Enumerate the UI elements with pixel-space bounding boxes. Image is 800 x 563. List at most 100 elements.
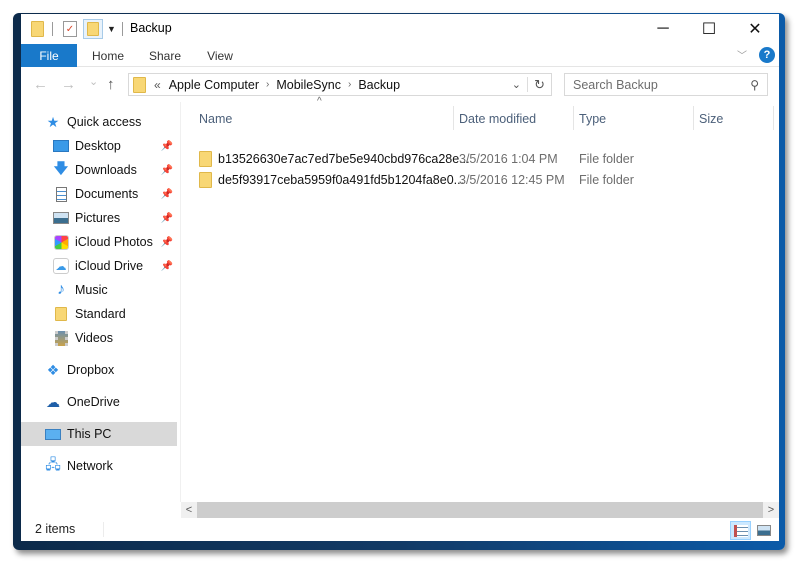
pin-icon[interactable]: 📌 bbox=[161, 213, 173, 224]
folder-icon bbox=[31, 21, 44, 37]
sidebar-item-onedrive[interactable]: ☁ OneDrive bbox=[21, 390, 177, 414]
file-name-cell[interactable]: de5f93917ceba5959f0a491fd5b1204fa8e0... bbox=[199, 169, 464, 190]
close-button[interactable]: ✕ bbox=[732, 14, 778, 44]
maximize-button[interactable]: ☐ bbox=[686, 14, 732, 44]
file-row[interactable]: de5f93917ceba5959f0a491fd5b1204fa8e0... … bbox=[199, 169, 779, 190]
customize-toolbar-dropdown[interactable]: ▼ bbox=[107, 24, 116, 34]
sidebar-item-dropbox[interactable]: ❖ Dropbox bbox=[21, 358, 177, 382]
breadcrumb-apple-computer[interactable]: Apple Computer bbox=[169, 78, 259, 92]
title-bar: ✓ ▼ Backup ─ ☐ ✕ bbox=[21, 14, 779, 44]
column-divider[interactable] bbox=[453, 106, 454, 130]
tab-share[interactable]: Share bbox=[141, 44, 189, 67]
breadcrumb-separator-icon[interactable]: › bbox=[266, 79, 269, 90]
sidebar-item-label: Pictures bbox=[75, 211, 121, 225]
sidebar-item-this-pc[interactable]: This PC bbox=[21, 422, 177, 446]
navigation-bar: ← → ⌄ ↑ « Apple Computer › MobileSync › … bbox=[21, 68, 779, 102]
scrollbar-thumb[interactable] bbox=[197, 502, 763, 518]
sidebar-item-standard[interactable]: Standard bbox=[21, 302, 177, 326]
column-divider[interactable] bbox=[773, 106, 774, 130]
navigation-pane: ★ Quick access Desktop 📌 🡇 Downloads 📌 D… bbox=[21, 102, 181, 502]
overflow-chevron-icon[interactable]: « bbox=[154, 78, 161, 92]
expand-ribbon-button[interactable]: ﹀ bbox=[737, 47, 747, 62]
window-title: Backup bbox=[130, 21, 172, 35]
folder-icon bbox=[199, 150, 212, 167]
horizontal-scrollbar[interactable]: < > bbox=[181, 502, 779, 518]
file-name-cell[interactable]: b13526630e7ac7ed7be5e940cbd976ca28e... bbox=[199, 148, 470, 169]
search-icon[interactable]: ⚲ bbox=[750, 78, 759, 92]
sidebar-item-label: iCloud Drive bbox=[75, 259, 144, 273]
type-cell: File folder bbox=[579, 172, 634, 187]
column-divider[interactable] bbox=[693, 106, 694, 130]
breadcrumb-backup[interactable]: Backup bbox=[358, 78, 400, 92]
scroll-left-button[interactable]: < bbox=[181, 502, 197, 518]
properties-button[interactable]: ✓ bbox=[63, 21, 77, 37]
large-icons-view-button[interactable] bbox=[753, 521, 774, 540]
breadcrumb-mobilesync[interactable]: MobileSync bbox=[276, 78, 341, 92]
sidebar-item-music[interactable]: ♪ Music bbox=[21, 278, 177, 302]
details-view-button[interactable] bbox=[730, 521, 751, 540]
sidebar-item-videos[interactable]: Videos bbox=[21, 326, 177, 350]
tab-home[interactable]: Home bbox=[83, 44, 133, 67]
sidebar-item-label: OneDrive bbox=[67, 395, 120, 409]
pin-icon[interactable]: 📌 bbox=[161, 237, 173, 248]
sidebar-item-label: This PC bbox=[67, 427, 112, 441]
column-header-date-modified[interactable]: Date modified bbox=[459, 106, 575, 132]
search-box[interactable]: Search Backup ⚲ bbox=[564, 73, 768, 96]
tab-file[interactable]: File bbox=[21, 44, 77, 67]
sidebar-item-label: Quick access bbox=[67, 115, 142, 129]
help-button[interactable]: ? bbox=[759, 47, 775, 63]
column-divider[interactable] bbox=[573, 106, 574, 130]
sidebar-item-icloud-drive[interactable]: ☁ iCloud Drive 📌 bbox=[21, 254, 177, 278]
desktop-icon bbox=[53, 138, 69, 154]
details-view-icon bbox=[733, 524, 748, 537]
up-button[interactable]: ↑ bbox=[107, 76, 115, 93]
column-header-size[interactable]: Size bbox=[699, 106, 769, 132]
divider bbox=[121, 22, 123, 36]
sidebar-item-desktop[interactable]: Desktop 📌 bbox=[21, 134, 177, 158]
large-icons-view-icon bbox=[756, 525, 771, 536]
location-folder-icon bbox=[133, 76, 146, 93]
search-input[interactable]: Search Backup bbox=[573, 78, 658, 92]
recent-locations-button[interactable]: ⌄ bbox=[89, 75, 98, 88]
help-icon: ? bbox=[763, 49, 771, 61]
address-bar[interactable]: « Apple Computer › MobileSync › Backup ⌄… bbox=[128, 73, 552, 96]
refresh-button[interactable]: ↻ bbox=[534, 77, 545, 93]
scroll-right-button[interactable]: > bbox=[763, 502, 779, 518]
sidebar-item-network[interactable]: 🖧 Network bbox=[21, 454, 177, 478]
quick-access-toolbar: ✓ ▼ bbox=[31, 19, 123, 39]
music-icon: ♪ bbox=[57, 281, 65, 298]
divider bbox=[103, 522, 104, 537]
pin-icon[interactable]: 📌 bbox=[161, 141, 173, 152]
sidebar-item-pictures[interactable]: Pictures 📌 bbox=[21, 206, 177, 230]
pin-icon[interactable]: 📌 bbox=[161, 165, 173, 176]
sidebar-item-icloud-photos[interactable]: iCloud Photos 📌 bbox=[21, 230, 177, 254]
videos-icon bbox=[53, 330, 69, 346]
column-header-name[interactable]: Name bbox=[199, 106, 449, 132]
sidebar-item-label: Dropbox bbox=[67, 363, 115, 377]
pin-icon[interactable]: 📌 bbox=[161, 261, 173, 272]
new-folder-button[interactable] bbox=[83, 19, 103, 39]
folder-icon bbox=[53, 306, 69, 322]
pin-icon[interactable]: 📌 bbox=[161, 189, 173, 200]
sidebar-item-label: Documents bbox=[75, 187, 139, 201]
back-button[interactable]: ← bbox=[33, 76, 48, 93]
address-divider bbox=[527, 77, 528, 92]
file-row[interactable]: b13526630e7ac7ed7be5e940cbd976ca28e... 3… bbox=[199, 148, 779, 169]
tab-view[interactable]: View bbox=[197, 44, 243, 67]
document-icon bbox=[53, 186, 69, 202]
sidebar-item-label: Standard bbox=[75, 307, 126, 321]
breadcrumb-separator-icon[interactable]: › bbox=[348, 79, 351, 90]
network-icon: 🖧 bbox=[45, 456, 61, 472]
address-dropdown-icon[interactable]: ⌄ bbox=[512, 78, 521, 91]
sidebar-item-quick-access[interactable]: ★ Quick access bbox=[21, 110, 177, 134]
sidebar-item-documents[interactable]: Documents 📌 bbox=[21, 182, 177, 206]
new-folder-icon bbox=[87, 22, 99, 36]
minimize-button[interactable]: ─ bbox=[640, 14, 686, 44]
date-modified-cell: 3/5/2016 1:04 PM bbox=[459, 151, 558, 166]
column-header-type[interactable]: Type bbox=[579, 106, 689, 132]
star-icon: ★ bbox=[46, 113, 60, 130]
sidebar-item-label: iCloud Photos bbox=[75, 235, 153, 249]
forward-button[interactable]: → bbox=[61, 76, 76, 93]
sidebar-item-downloads[interactable]: 🡇 Downloads 📌 bbox=[21, 158, 177, 182]
date-modified-cell: 3/5/2016 12:45 PM bbox=[459, 172, 565, 187]
